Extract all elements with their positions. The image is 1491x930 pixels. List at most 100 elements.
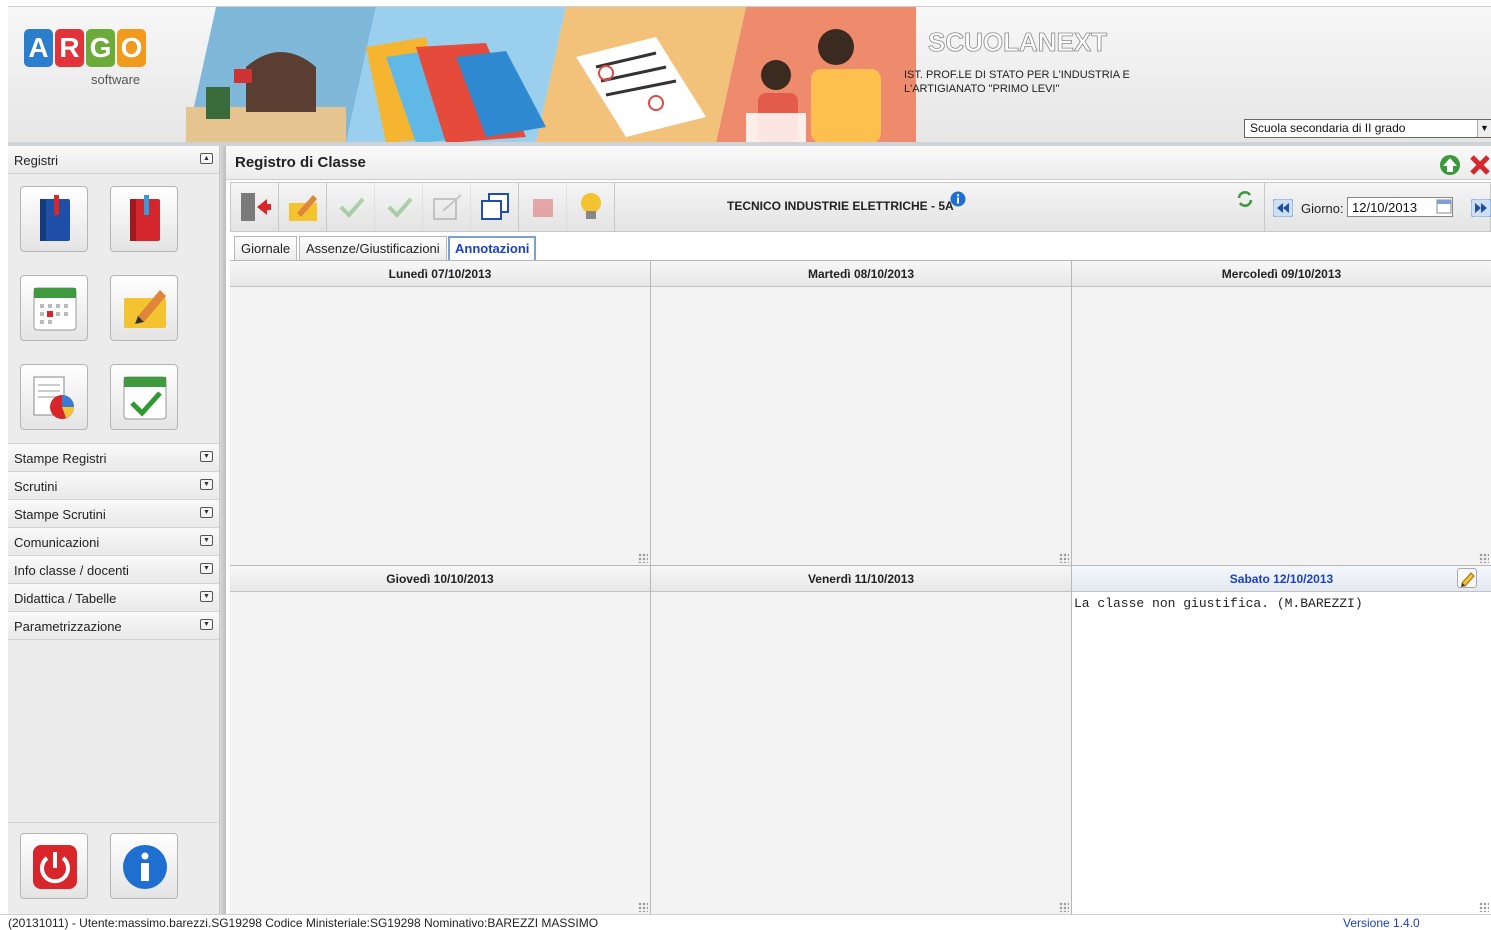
sidebar-section-stampe-scrutini[interactable]: Stampe Scrutini ▼: [8, 500, 219, 528]
page-title: Registro di Classe: [235, 154, 366, 171]
expand-icon[interactable]: ▼: [200, 619, 213, 630]
expand-icon[interactable]: ▼: [200, 451, 213, 462]
sidebar-section-label: Parametrizzazione: [14, 619, 122, 634]
school-type-select[interactable]: Scuola secondaria di II grado ▼: [1244, 119, 1491, 138]
sign-button[interactable]: [423, 183, 471, 231]
calendar-icon: [33, 287, 77, 331]
sidebar-section-info-classe[interactable]: Info classe / docenti ▼: [8, 556, 219, 584]
notes-button[interactable]: [110, 275, 178, 341]
confirm-up-button[interactable]: [375, 183, 423, 231]
sidebar-section-label: Didattica / Tabelle: [14, 591, 117, 606]
day-cell-saturday[interactable]: Sabato 12/10/2013 La classe non giustifi…: [1072, 566, 1491, 915]
calendar-picker-icon[interactable]: [1436, 198, 1452, 214]
info-button[interactable]: [110, 833, 178, 899]
tab-assenze-giustificazioni[interactable]: Assenze/Giustificazioni: [299, 236, 447, 260]
day-header: Lunedì 07/10/2013: [230, 261, 650, 287]
sidebar-section-didattica[interactable]: Didattica / Tabelle ▼: [8, 584, 219, 612]
sidebar-section-label: Info classe / docenti: [14, 563, 129, 578]
day-cell-wednesday[interactable]: Mercoledì 09/10/2013: [1072, 261, 1491, 566]
chevron-down-icon[interactable]: ▼: [1477, 120, 1491, 137]
delete-button[interactable]: [519, 183, 567, 231]
day-header-label: Sabato 12/10/2013: [1229, 572, 1334, 586]
day-navigator: Giorno: 12/10/2013: [1264, 183, 1491, 231]
check-up-icon: [387, 197, 413, 218]
registro-classe-button[interactable]: [110, 186, 178, 252]
exit-door-icon: [241, 193, 271, 221]
tab-annotazioni[interactable]: Annotazioni: [448, 236, 537, 260]
resize-handle-icon[interactable]: [1059, 553, 1069, 563]
collapse-icon[interactable]: ▲: [200, 153, 213, 164]
sidebar-section-label: Stampe Registri: [14, 451, 107, 466]
logout-button[interactable]: [20, 833, 88, 899]
sidebar-section-parametrizzazione[interactable]: Parametrizzazione ▼: [8, 612, 219, 640]
version-link[interactable]: Versione 1.4.0: [1343, 916, 1420, 930]
resize-handle-icon[interactable]: [1059, 902, 1069, 912]
calendar-check-icon: [123, 376, 167, 420]
expand-icon[interactable]: ▼: [200, 563, 213, 574]
reports-button[interactable]: [20, 364, 88, 430]
day-header: Venerdì 11/10/2013: [651, 566, 1071, 592]
argo-logo-letter-g: G: [86, 29, 115, 67]
check-down-icon: [339, 197, 365, 218]
status-bar: (20131011) - Utente:massimo.barezzi.SG19…: [0, 914, 1491, 930]
registro-docente-button[interactable]: [20, 186, 88, 252]
argo-logo-letter-a: A: [24, 29, 53, 67]
day-note: La classe non giustifica. (M.BAREZZI): [1074, 596, 1363, 611]
attendance-check-button[interactable]: [110, 364, 178, 430]
copy-button[interactable]: [471, 183, 519, 231]
main-panel: Registro di Classe TECNICO INDUSTRIE ELE…: [226, 146, 1491, 915]
day-cell-friday[interactable]: Venerdì 11/10/2013: [651, 566, 1072, 915]
delete-icon: [533, 199, 553, 217]
day-cell-tuesday[interactable]: Martedì 08/10/2013: [651, 261, 1072, 566]
sidebar-section-label: Stampe Scrutini: [14, 507, 106, 522]
info-icon[interactable]: [950, 191, 966, 207]
sidebar-section-scrutini[interactable]: Scrutini ▼: [8, 472, 219, 500]
resize-handle-icon[interactable]: [638, 902, 648, 912]
header-banner-illustration: [186, 7, 916, 142]
tab-giornale[interactable]: Giornale: [234, 236, 298, 260]
status-user-info: (20131011) - Utente:massimo.barezzi.SG19…: [8, 916, 599, 930]
notepad-pencil-icon: [124, 290, 166, 328]
previous-day-icon[interactable]: [1273, 199, 1293, 217]
argo-logo-letter-o: O: [117, 29, 146, 67]
power-icon: [33, 845, 77, 889]
argo-logo-letter-r: R: [55, 29, 84, 67]
day-header: Martedì 08/10/2013: [651, 261, 1071, 287]
sidebar-section-comunicazioni[interactable]: Comunicazioni ▼: [8, 528, 219, 556]
expand-icon[interactable]: ▼: [200, 479, 213, 490]
argo-logo: A R G O software: [24, 29, 154, 99]
day-cell-monday[interactable]: Lunedì 07/10/2013: [230, 261, 651, 566]
exit-button[interactable]: [231, 183, 279, 231]
confirm-down-button[interactable]: [327, 183, 375, 231]
edit-button[interactable]: [279, 183, 327, 231]
close-icon[interactable]: [1469, 154, 1491, 176]
day-note: [651, 592, 1071, 600]
sidebar-section-label: Comunicazioni: [14, 535, 100, 550]
resize-handle-icon[interactable]: [638, 553, 648, 563]
class-label: TECNICO INDUSTRIE ELETTRICHE - 5A: [727, 199, 954, 213]
edit-pencil-icon[interactable]: [1457, 568, 1477, 588]
resize-handle-icon[interactable]: [1479, 902, 1489, 912]
day-cell-thursday[interactable]: Giovedì 10/10/2013: [230, 566, 651, 915]
sidebar: Registri ▲ Stampe Registri ▼ Scrutini ▼ …: [8, 146, 220, 914]
arrow-up-icon[interactable]: [1439, 154, 1461, 176]
day-header: Mercoledì 09/10/2013: [1072, 261, 1491, 287]
scuolanext-logo: SCUOLANEXT: [928, 27, 1108, 58]
sidebar-section-registri[interactable]: Registri ▲: [8, 146, 219, 174]
app-header: A R G O software SCUOLANEXT IST. PROF.LE…: [8, 6, 1491, 142]
sidebar-section-stampe-registri[interactable]: Stampe Registri ▼: [8, 444, 219, 472]
registri-panel: [8, 174, 219, 444]
notepad-pencil-icon: [289, 195, 317, 221]
calendar-button[interactable]: [20, 275, 88, 341]
next-day-icon[interactable]: [1471, 199, 1491, 217]
day-note: [230, 592, 650, 600]
expand-icon[interactable]: ▼: [200, 591, 213, 602]
expand-icon[interactable]: ▼: [200, 535, 213, 546]
resize-handle-icon[interactable]: [1479, 553, 1489, 563]
day-header: Giovedì 10/10/2013: [230, 566, 650, 592]
hint-button[interactable]: [567, 183, 615, 231]
refresh-icon[interactable]: [1236, 190, 1254, 208]
main-title-bar: Registro di Classe: [226, 146, 1491, 180]
expand-icon[interactable]: ▼: [200, 507, 213, 518]
day-note: [230, 287, 650, 295]
